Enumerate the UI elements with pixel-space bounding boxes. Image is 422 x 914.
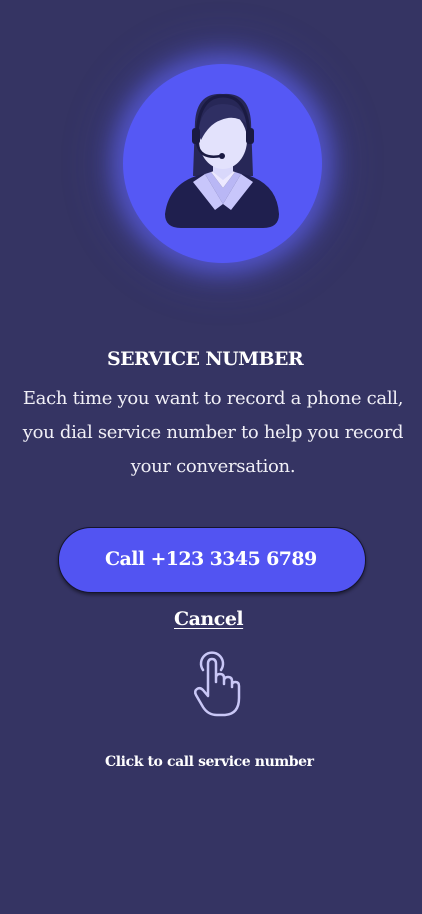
support-agent-avatar bbox=[123, 64, 322, 263]
customer-support-agent-icon bbox=[165, 93, 279, 228]
call-service-button[interactable]: Call +123 3345 6789 bbox=[58, 527, 366, 593]
service-number-title: SERVICE NUMBER bbox=[107, 348, 304, 370]
call-button-label: Call +123 3345 6789 bbox=[105, 548, 317, 570]
cancel-link[interactable]: Cancel bbox=[174, 608, 244, 630]
tap-hand-icon[interactable] bbox=[190, 648, 248, 720]
call-hint-text: Click to call service number bbox=[105, 754, 314, 770]
service-description: Each time you want to record a phone cal… bbox=[22, 388, 404, 477]
